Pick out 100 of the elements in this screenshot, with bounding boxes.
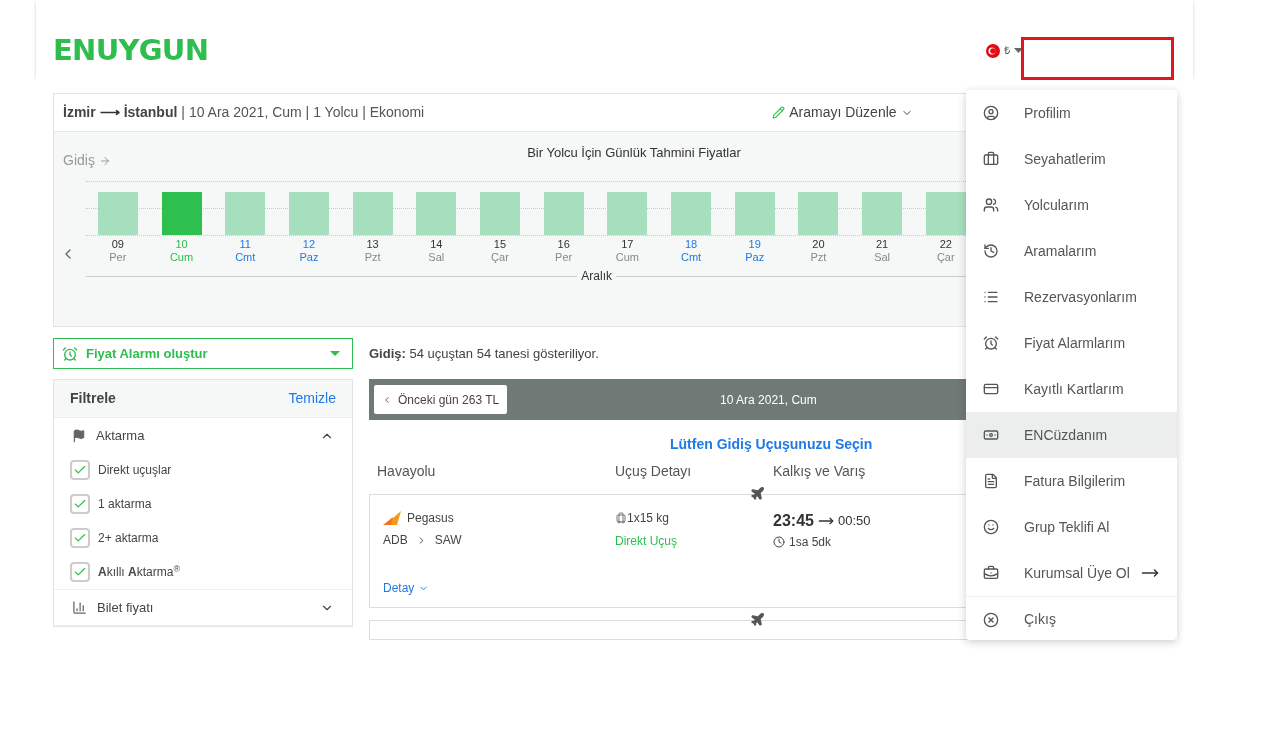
day-number: 16 <box>557 238 570 251</box>
price-bar[interactable] <box>734 192 775 235</box>
column-header: Kalkış ve Varış <box>773 462 867 481</box>
day-number: 12 <box>302 238 316 251</box>
day-number: 20 <box>812 238 825 251</box>
duration: 1sa 5dk <box>789 534 832 551</box>
month-label: Aralık <box>580 270 613 282</box>
detail-link[interactable]: Detay <box>383 579 430 597</box>
weekday-label: Cum <box>615 251 639 264</box>
weekday-label: Pzt <box>810 251 827 264</box>
direction-label: Gidiş <box>63 151 95 170</box>
destination-code: SAW <box>434 532 462 549</box>
price-bar[interactable] <box>798 192 839 235</box>
currency-selector[interactable]: ₺ <box>1004 42 1010 59</box>
price-bar[interactable] <box>225 192 266 235</box>
departure-time: 23:45 <box>773 511 814 531</box>
banknote-icon <box>983 427 999 443</box>
checkbox[interactable] <box>70 494 90 514</box>
check-icon <box>73 531 87 545</box>
arrival-time: 00:50 <box>837 512 871 531</box>
clear-link[interactable]: Temizle <box>288 388 336 409</box>
day-number: 11 <box>239 238 251 251</box>
day-number: 14 <box>430 238 443 251</box>
column-header: Havayolu <box>377 462 437 481</box>
menu-item[interactable]: Profilim <box>966 90 1177 136</box>
smiley-icon <box>983 519 999 535</box>
price-bar[interactable] <box>925 192 966 235</box>
checkbox[interactable] <box>70 562 90 582</box>
menu-item[interactable]: Çıkış <box>966 596 1177 640</box>
day-number: 19 <box>748 238 761 251</box>
day-number: 10 <box>175 238 188 251</box>
caret-icon <box>330 351 340 356</box>
flag-icon <box>986 43 1000 58</box>
price-bar[interactable] <box>479 192 520 235</box>
filter-option-label: Akıllı Aktarma$^{®}$ <box>98 563 180 581</box>
flag-icon <box>72 428 86 443</box>
price-bar[interactable] <box>416 192 457 235</box>
weekday-label: Çar <box>936 251 955 264</box>
price-bar[interactable] <box>607 192 648 235</box>
baggage-allowance: 1x15 kg <box>627 510 670 527</box>
list-icon <box>983 289 999 305</box>
filter-section-header[interactable]: Aktarma <box>54 418 352 453</box>
airline-name: Pegasus <box>407 510 454 527</box>
price-bar[interactable] <box>288 192 329 235</box>
menu-item[interactable]: Grup Teklifi Al <box>966 504 1177 550</box>
close-circle-icon <box>983 611 999 628</box>
airline-logo <box>383 511 403 525</box>
origin-code: ADB <box>383 532 408 549</box>
price-bar[interactable] <box>862 192 903 235</box>
filter-title: Filtrele <box>70 389 116 408</box>
menu-item[interactable]: Kayıtlı Kartlarım <box>966 366 1177 412</box>
menu-item[interactable]: ENCüzdanım <box>966 412 1177 458</box>
day-number: 13 <box>366 238 379 251</box>
chart-title: Bir Yolcu İçin Günlük Tahmini Fiyatlar <box>527 145 741 160</box>
price-bar[interactable] <box>161 192 202 235</box>
filter-section-header[interactable]: Bilet fiyatı <box>54 590 352 625</box>
weekday-label: Pzt <box>364 251 381 264</box>
edit-search-button[interactable]: Aramayı Düzenle <box>772 102 913 123</box>
menu-item[interactable]: Seyahatlerim <box>966 136 1177 182</box>
price-bar[interactable] <box>543 192 584 235</box>
checkbox[interactable] <box>70 460 90 480</box>
weekday-label: Çar <box>491 251 509 264</box>
history-icon <box>983 243 999 259</box>
price-bar[interactable] <box>97 192 138 235</box>
alarm-clock-icon <box>62 345 78 362</box>
card-icon <box>983 381 999 397</box>
menu-item[interactable]: Aramalarım <box>966 228 1177 274</box>
weekday-label: Cum <box>169 251 194 264</box>
weekday-label: Cmt <box>235 251 256 264</box>
weekday-label: Paz <box>745 251 765 264</box>
filter-option-label: 1 aktarma <box>98 496 152 513</box>
selected-date: 10 Ara 2021, Cum <box>720 391 817 409</box>
menu-item[interactable]: Rezervasyonlarım <box>966 274 1177 320</box>
menu-item[interactable]: Yolcularım <box>966 182 1177 228</box>
search-details: | 10 Ara 2021, Cum | 1 Yolcu | Ekonomi <box>181 103 425 122</box>
checkbox[interactable] <box>70 528 90 548</box>
day-number: 09 <box>111 238 124 251</box>
menu-item[interactable]: Fatura Bilgilerim <box>966 458 1177 504</box>
day-number: 21 <box>875 238 889 251</box>
menu-item[interactable]: Fiyat Alarmlarım <box>966 320 1177 366</box>
column-header: Uçuş Detayı <box>615 462 693 481</box>
weekday-label: Per <box>555 251 573 264</box>
bar-chart-icon <box>72 600 87 615</box>
price-bar[interactable] <box>671 192 712 235</box>
arrow-right-icon <box>98 154 111 167</box>
select-prompt: Lütfen Gidiş Uçuşunuzu Seçin <box>670 436 873 452</box>
caret-icon <box>1014 48 1023 53</box>
filter-option-label: 2+ aktarma <box>98 530 159 547</box>
filter-option-label: Direkt uçuşlar <box>98 462 172 479</box>
alarm-clock-icon <box>983 335 999 351</box>
menu-item[interactable]: Kurumsal Üye Ol <box>966 550 1177 596</box>
pencil-icon <box>772 106 786 119</box>
people-icon <box>983 197 999 213</box>
weekday-label: Per <box>109 251 127 264</box>
flight-type: Direkt Uçuş <box>615 533 678 550</box>
weekday-label: Paz <box>299 251 319 264</box>
price-bar[interactable] <box>352 192 393 235</box>
briefcase-icon <box>983 151 999 167</box>
chevron-left-icon <box>382 394 392 405</box>
previous-day-button[interactable]: Önceki gün 263 TL <box>374 385 508 414</box>
